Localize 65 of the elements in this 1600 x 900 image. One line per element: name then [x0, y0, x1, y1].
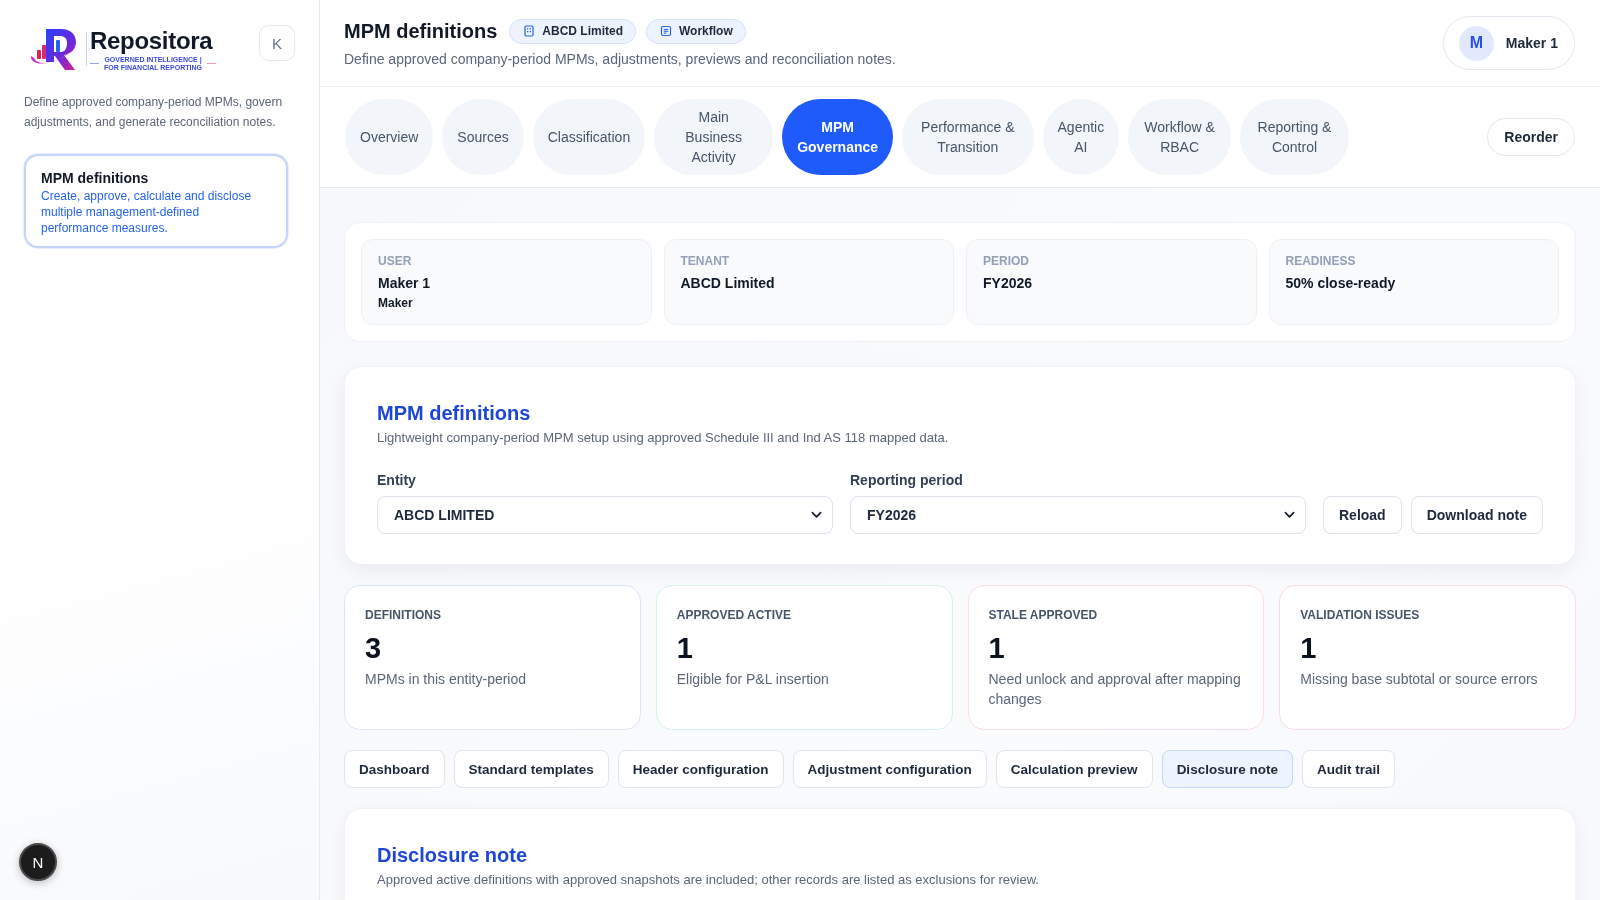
section-tab[interactable]: Standard templates	[453, 750, 609, 788]
chip-label: ABCD Limited	[542, 24, 623, 38]
nav-tab[interactable]: Sources	[442, 99, 524, 175]
stat-description: Need unlock and approval after mapping changes	[988, 670, 1242, 709]
logo-wordmark: Repositora	[90, 26, 214, 55]
section-tab[interactable]: Calculation preview	[995, 750, 1153, 788]
section-tab[interactable]: Adjustment configuration	[792, 750, 987, 788]
nav-tab[interactable]: Workflow & RBAC	[1128, 99, 1231, 175]
nav-tab[interactable]: Agentic AI	[1042, 99, 1120, 175]
section-tab[interactable]: Dashboard	[344, 750, 445, 788]
nav-tab[interactable]: Reporting & Control	[1240, 99, 1349, 175]
chip-label: Workflow	[679, 24, 733, 38]
section-tab[interactable]: Audit trail	[1301, 750, 1395, 788]
panel-title: Disclosure note	[377, 843, 529, 868]
context-value: Maker 1	[378, 274, 432, 293]
stat-value: 3	[365, 631, 383, 665]
user-menu-button[interactable]: M Maker 1	[1442, 16, 1575, 70]
context-value: FY2026	[983, 274, 1034, 293]
stat-value: 1	[1300, 631, 1318, 665]
stat-label: DEFINITIONS	[365, 607, 442, 623]
sidebar-description: Define approved company-period MPMs, govern adjustments, and generate reconciliation notes.	[24, 94, 284, 131]
document-icon	[660, 25, 672, 37]
section-tab[interactable]: Disclosure note	[1161, 750, 1293, 788]
sidebar-nav-item[interactable]: MPM definitions Create, approve, calculate and disclose multiple management-defined performance measures.	[24, 154, 288, 248]
context-label: READINESS	[1285, 253, 1357, 269]
stat-description: Missing base subtotal or source errors	[1300, 670, 1539, 689]
context-value: ABCD Limited	[680, 274, 776, 293]
page-title: MPM definitions	[344, 19, 498, 44]
user-avatar: M	[1458, 25, 1494, 61]
select-field[interactable]: ABCD LIMITED	[377, 496, 833, 534]
stat-label: APPROVED ACTIVE	[676, 607, 792, 623]
collapse-button[interactable]: K	[259, 25, 295, 61]
context-value: 50% close-ready	[1285, 274, 1397, 293]
field-label: Entity	[377, 471, 417, 489]
dev-indicator-button[interactable]: N	[19, 843, 57, 881]
chevron-down-icon	[811, 511, 822, 519]
action-button[interactable]: Reload	[1323, 496, 1402, 534]
nav-item-title: MPM definitions	[41, 169, 150, 188]
stat-label: VALIDATION ISSUES	[1300, 607, 1421, 623]
nav-tab[interactable]: Performance & Transition	[902, 99, 1034, 175]
context-label: PERIOD	[983, 253, 1030, 269]
nav-tab[interactable]: Classification	[532, 99, 646, 175]
field-label: Reporting period	[850, 471, 964, 489]
nav-tab[interactable]: Main Business Activity	[654, 99, 774, 175]
panel-subtitle: Approved active definitions with approved snapshots are included; other records are listed as exclusions for review.	[377, 871, 1040, 889]
chevron-down-icon	[1284, 511, 1295, 519]
building-icon	[523, 25, 536, 37]
context-detail: Maker	[378, 295, 414, 311]
page-subtitle: Define approved company-period MPMs, adjustments, previews and reconciliation notes.	[344, 50, 896, 69]
action-button[interactable]: Download note	[1410, 496, 1543, 534]
stat-label: STALE APPROVED	[988, 607, 1099, 623]
nav-item-description: Create, approve, calculate and disclose multiple management-defined performance measures.	[41, 188, 253, 236]
reorder-button[interactable]: Reorder	[1487, 118, 1575, 156]
context-label: USER	[378, 253, 413, 269]
stat-description: Eligible for P&L insertion	[676, 670, 830, 689]
stat-description: MPMs in this entity-period	[365, 670, 528, 689]
select-field[interactable]: FY2026	[850, 496, 1306, 534]
section-tab[interactable]: Header configuration	[617, 750, 784, 788]
context-label: TENANT	[680, 253, 731, 269]
nav-tab[interactable]: Overview	[345, 99, 434, 175]
panel-title: MPM definitions	[377, 401, 532, 426]
nav-tab[interactable]: MPM Governance	[782, 99, 894, 175]
panel-subtitle: Lightweight company-period MPM setup using approved Schedule III and Ind AS 118 mapped data.	[377, 429, 950, 447]
stat-value: 1	[988, 631, 1006, 665]
stat-value: 1	[676, 631, 694, 665]
